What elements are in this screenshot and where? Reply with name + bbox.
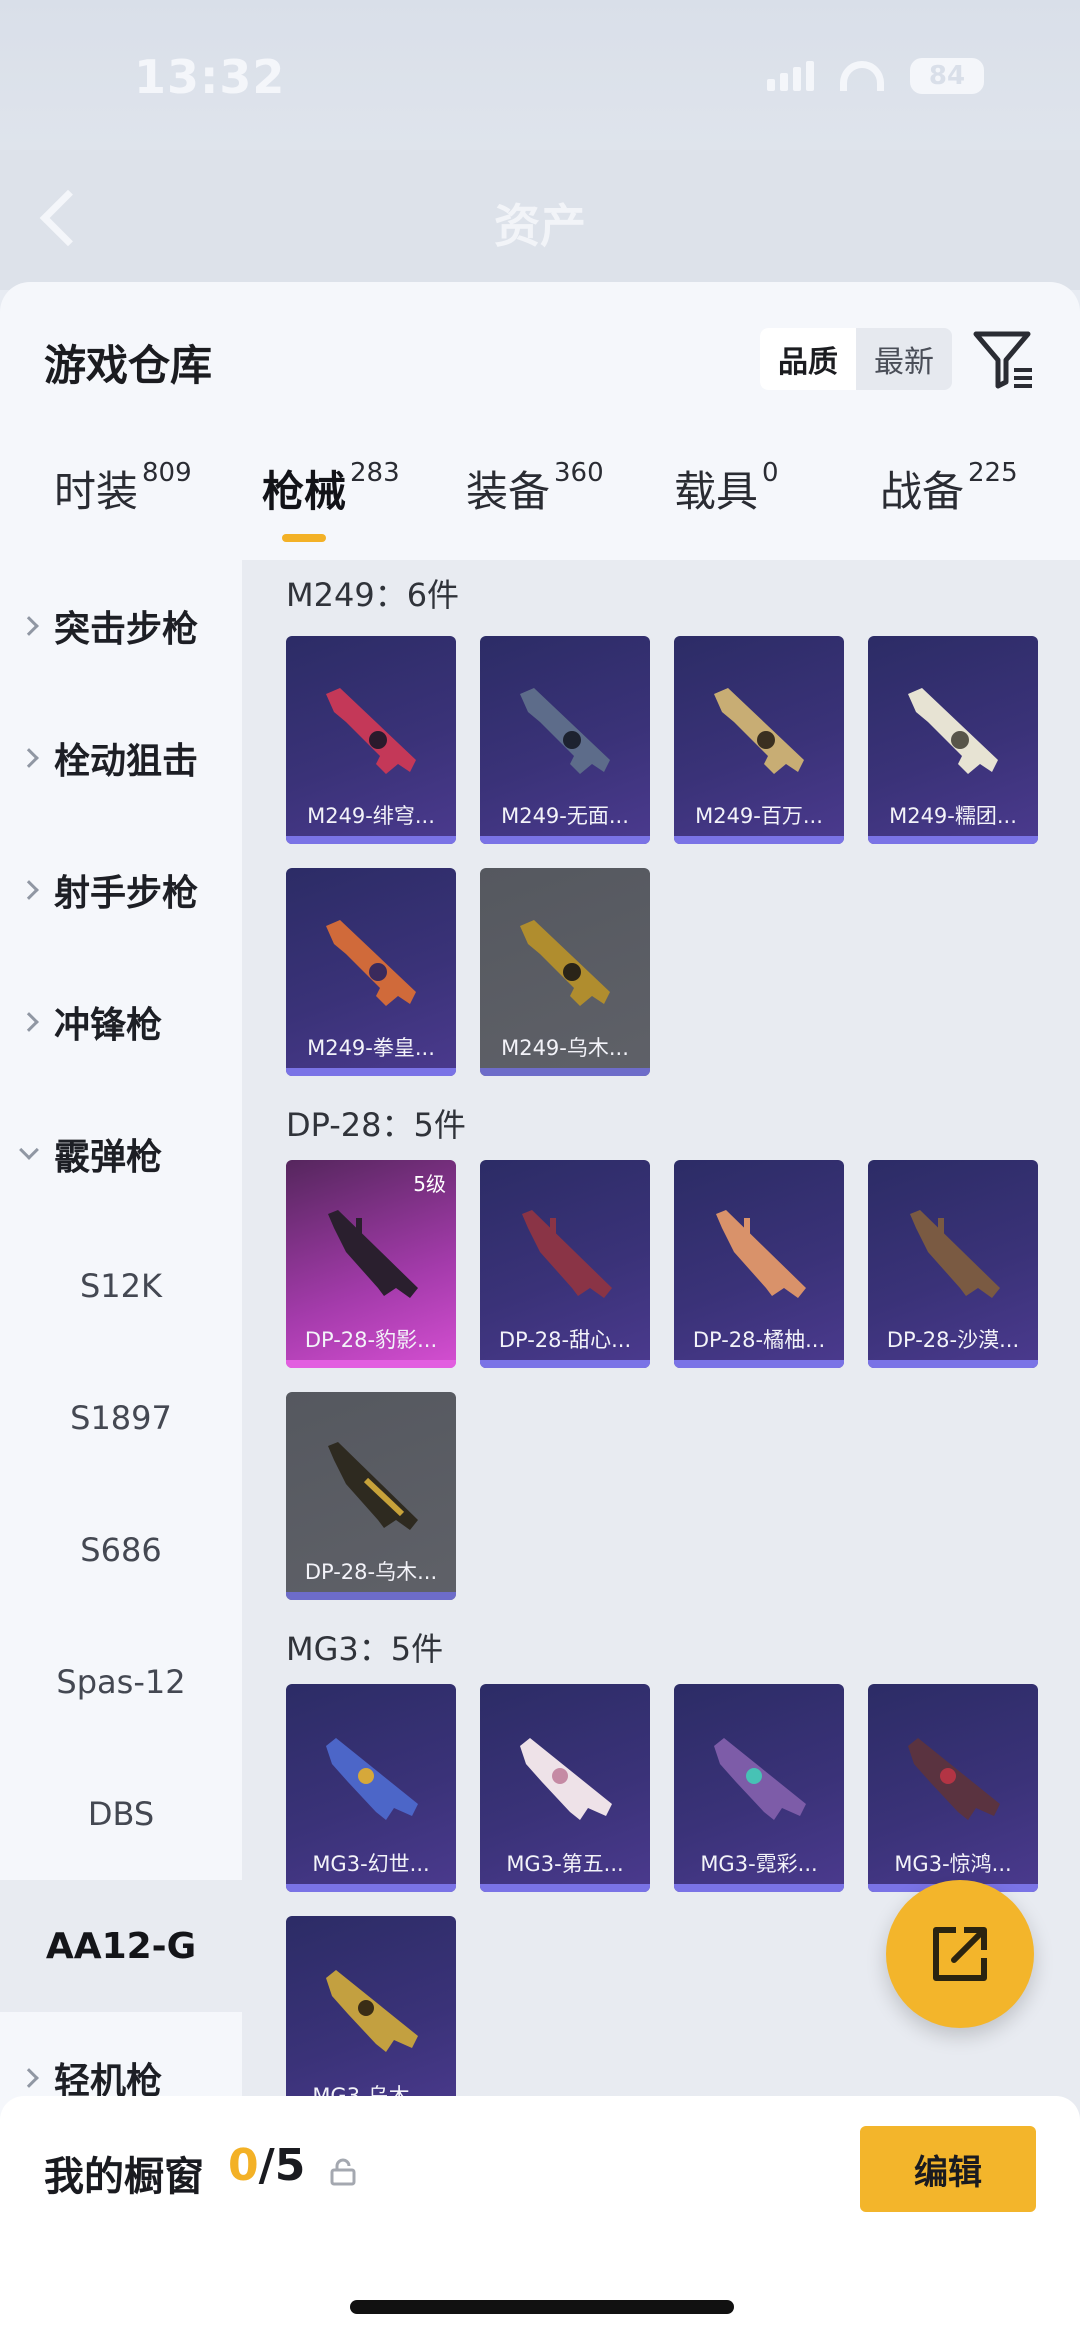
page-title: 资产	[494, 199, 586, 253]
sidebar-sub-spas12[interactable]: Spas-12	[0, 1616, 242, 1748]
app-header: 资产	[0, 150, 1080, 290]
status-icons: 84	[767, 58, 984, 94]
gun-icon	[714, 688, 804, 774]
group-title-mg3: MG3：5件	[286, 1630, 444, 1668]
chevron-right-icon	[19, 880, 39, 900]
gun-icon	[908, 688, 998, 774]
group-title-dp28: DP-28：5件	[286, 1106, 466, 1144]
item-card[interactable]: MG3-惊鸿...	[868, 1684, 1038, 1892]
tab-vehicles[interactable]: 载具 0	[674, 458, 779, 519]
sidebar-item-shotgun[interactable]: 霰弹枪	[0, 1088, 242, 1220]
sidebar-item-marksman-rifle[interactable]: 射手步枪	[0, 824, 242, 956]
wifi-icon	[840, 61, 884, 91]
gun-icon	[328, 1210, 418, 1298]
battery-icon: 84	[910, 58, 984, 94]
showcase-count: 0/5	[228, 2140, 306, 2191]
item-card[interactable]: DP-28-沙漠...	[868, 1160, 1038, 1368]
chevron-right-icon	[19, 2068, 39, 2088]
category-tabs: 时装 809 枪械 283 装备 360 载具 0 战备 225	[0, 458, 1080, 548]
gun-icon	[326, 1970, 418, 2052]
chevron-right-icon	[19, 616, 39, 636]
item-grid: M249：6件 M249-绯穹... M249-无面... M249-百万...…	[242, 560, 1080, 2341]
item-card[interactable]: DP-28-甜心...	[480, 1160, 650, 1368]
sidebar-item-bolt-sniper[interactable]: 栓动狙击	[0, 692, 242, 824]
item-card[interactable]: MG3-幻世...	[286, 1684, 456, 1892]
group-title-m249: M249：6件	[286, 576, 460, 614]
weapon-category-sidebar: 突击步枪 栓动狙击 射手步枪 冲锋枪 霰弹枪 S12K S1897 S686 S…	[0, 560, 242, 2341]
item-card[interactable]: MG3-霓彩...	[674, 1684, 844, 1892]
gun-icon	[326, 688, 416, 774]
gun-icon	[520, 920, 610, 1006]
showcase-label: 我的橱窗	[44, 2154, 204, 2200]
tab-outfit[interactable]: 时装 809	[54, 458, 192, 519]
status-bar: 13:32 84	[0, 0, 1080, 150]
chevron-right-icon	[19, 1012, 39, 1032]
gun-icon	[908, 1738, 1000, 1820]
gun-icon	[522, 1210, 612, 1298]
gun-icon	[520, 688, 610, 774]
sidebar-sub-dbs[interactable]: DBS	[0, 1748, 242, 1880]
gun-icon	[326, 1738, 418, 1820]
item-card[interactable]: MG3-第五...	[480, 1684, 650, 1892]
sidebar-sub-s12k[interactable]: S12K	[0, 1220, 242, 1352]
filter-icon[interactable]	[972, 328, 1036, 392]
edit-button[interactable]: 编辑	[860, 2126, 1036, 2212]
tab-supplies[interactable]: 战备 225	[880, 458, 1018, 519]
item-card[interactable]: MG3-乌木...	[286, 1916, 456, 2124]
item-card[interactable]: M249-百万...	[674, 636, 844, 844]
tab-indicator	[282, 534, 326, 542]
item-card[interactable]: DP-28-橘柚...	[674, 1160, 844, 1368]
gun-icon	[520, 1738, 612, 1820]
gun-icon	[714, 1738, 806, 1820]
chevron-down-icon	[19, 1140, 39, 1160]
home-indicator	[350, 2300, 734, 2314]
tab-gear[interactable]: 装备 360	[466, 458, 604, 519]
sort-quality-button[interactable]: 品质	[760, 328, 856, 390]
signal-icon	[767, 61, 814, 91]
sidebar-item-smg[interactable]: 冲锋枪	[0, 956, 242, 1088]
item-card[interactable]: M249-绯穹...	[286, 636, 456, 844]
chevron-right-icon	[19, 748, 39, 768]
share-button[interactable]	[886, 1880, 1034, 2028]
item-card[interactable]: DP-28-乌木...	[286, 1392, 456, 1600]
sort-newest-button[interactable]: 最新	[856, 328, 952, 390]
sidebar-sub-s1897[interactable]: S1897	[0, 1352, 242, 1484]
gun-icon	[910, 1210, 1000, 1298]
item-card[interactable]: M249-乌木...	[480, 868, 650, 1076]
sheet-title: 游戏仓库	[44, 341, 213, 390]
sidebar-sub-s686[interactable]: S686	[0, 1484, 242, 1616]
lock-icon	[330, 2158, 356, 2186]
item-card[interactable]: 5级 DP-28-豹影...	[286, 1160, 456, 1368]
item-card[interactable]: M249-无面...	[480, 636, 650, 844]
gun-icon	[716, 1210, 806, 1298]
tab-guns[interactable]: 枪械 283	[262, 458, 400, 519]
warehouse-sheet: 游戏仓库 品质 最新 时装 809 枪械 283 装备 360 载具 0 战备 …	[0, 282, 1080, 2341]
status-time: 13:32	[134, 50, 286, 104]
sidebar-item-assault-rifle[interactable]: 突击步枪	[0, 560, 242, 692]
sidebar-sub-aa12g[interactable]: AA12-G	[0, 1880, 242, 2012]
sort-toggle: 品质 最新	[760, 328, 952, 390]
gun-icon	[326, 920, 416, 1006]
item-card[interactable]: M249-糯团...	[868, 636, 1038, 844]
gun-icon	[328, 1442, 418, 1530]
external-link-icon	[933, 1927, 987, 1981]
item-card[interactable]: M249-拳皇...	[286, 868, 456, 1076]
